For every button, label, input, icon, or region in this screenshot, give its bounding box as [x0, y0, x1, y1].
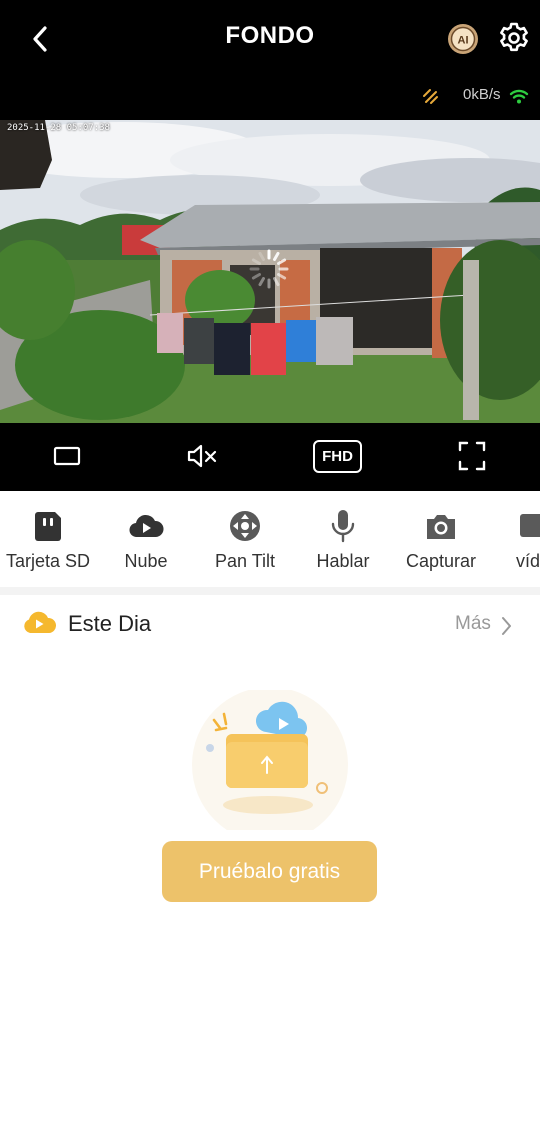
toolbar-label: Capturar	[405, 551, 477, 571]
toolbar-label: Hablar	[316, 551, 370, 571]
bitrate-readout: 0kB/s	[463, 86, 501, 103]
section-title: Este Dia	[68, 611, 152, 636]
toolbar-item-talk[interactable]: Hablar	[298, 491, 388, 587]
loading-spinner-icon	[249, 249, 289, 289]
section-divider	[0, 587, 540, 595]
pan-tilt-icon	[230, 511, 260, 541]
aspect-ratio-icon[interactable]	[53, 439, 81, 473]
toolbar-label: Tarjeta SD	[5, 551, 91, 571]
status-row: 0kB/s	[0, 82, 540, 112]
section-header: Este Dia Más	[0, 595, 540, 655]
fullscreen-icon[interactable]	[458, 439, 486, 473]
more-link[interactable]: Más	[455, 613, 491, 635]
toolbar-label: Pan Tilt	[214, 551, 276, 571]
mute-icon[interactable]	[186, 439, 218, 473]
ai-badge-label: AI	[458, 35, 469, 47]
cloud-play-icon	[24, 611, 56, 633]
resolution-button[interactable]: FHD	[313, 440, 362, 473]
gear-icon[interactable]	[497, 21, 531, 55]
toolbar-label: víd	[516, 551, 540, 571]
cloud-upload-illustration	[192, 690, 348, 830]
speed-icon	[423, 89, 438, 104]
ai-button[interactable]: AI	[447, 23, 479, 55]
toolbar-item-capture[interactable]: Capturar	[394, 491, 488, 587]
sd-card-icon	[35, 512, 61, 541]
video-timestamp: 2025-11-28 05:07:38	[7, 123, 110, 133]
top-bar: FONDO AI 0kB/s	[0, 0, 540, 120]
video-icon	[520, 514, 540, 537]
chevron-right-icon[interactable]	[500, 616, 512, 636]
toolbar-item-video[interactable]: víd	[514, 491, 540, 587]
toolbar-item-pan-tilt[interactable]: Pan Tilt	[196, 491, 294, 587]
microphone-icon	[331, 510, 355, 543]
video-controls-bar: FHD	[0, 423, 540, 491]
toolbar-label: Nube	[124, 551, 168, 571]
toolbar-item-sd-card[interactable]: Tarjeta SD	[0, 491, 96, 587]
try-free-button[interactable]: Pruébalo gratis	[162, 841, 377, 902]
camera-video-feed[interactable]: 2025-11-28 05:07:38	[0, 120, 540, 423]
wifi-icon	[509, 89, 529, 104]
toolbar-item-cloud[interactable]: Nube	[100, 491, 192, 587]
camera-icon	[427, 515, 455, 539]
action-toolbar: Tarjeta SD Nube Pan Tilt Hablar Capturar…	[0, 491, 540, 587]
cloud-play-icon	[129, 514, 164, 538]
